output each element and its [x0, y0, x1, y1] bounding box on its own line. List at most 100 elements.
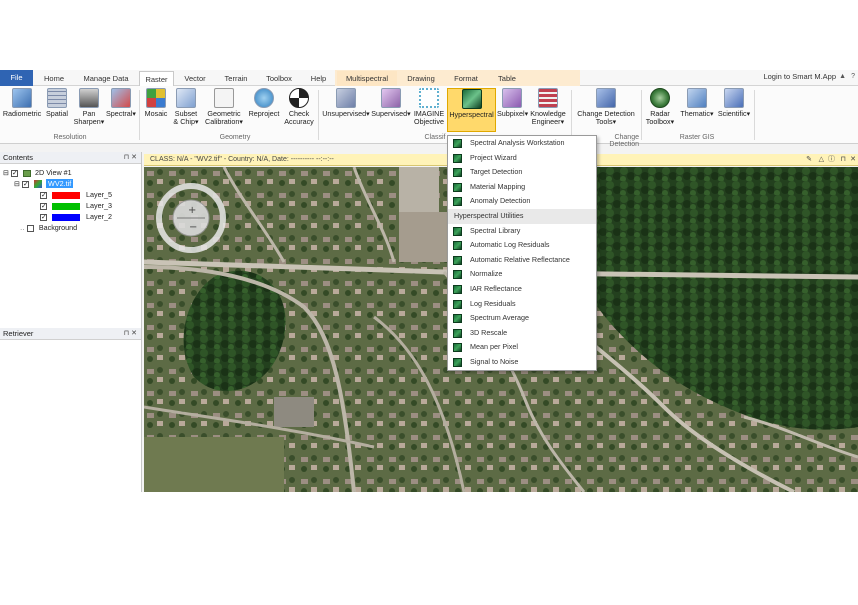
- pin-close-icons[interactable]: ⊓ ✕: [124, 328, 137, 340]
- tab-multispectral[interactable]: Multispectral: [337, 71, 397, 86]
- check-accuracy-label-2: Accuracy: [284, 117, 314, 126]
- tab-manage-data[interactable]: Manage Data: [78, 71, 134, 86]
- menu-item-spectral-library[interactable]: Spectral Library: [448, 224, 596, 239]
- tab-table[interactable]: Table: [490, 71, 524, 86]
- tab-home[interactable]: Home: [38, 71, 70, 86]
- layer-row[interactable]: Layer_2: [40, 211, 112, 223]
- hyperspectral-icon: [453, 226, 462, 236]
- scientific-button[interactable]: Scientific▾: [716, 88, 752, 132]
- menu-item-project-wizard[interactable]: Project Wizard: [448, 151, 596, 166]
- pan-sharpen-button[interactable]: Pan Sharpen▾: [72, 88, 106, 132]
- tree-connector: ‥: [20, 223, 25, 232]
- close-icon[interactable]: ✕: [850, 154, 856, 166]
- radiometric-button[interactable]: Radiometric: [0, 88, 44, 132]
- info-icon[interactable]: ⓘ: [828, 154, 835, 166]
- spatial-icon: [47, 88, 67, 108]
- radiometric-label: Radiometric: [2, 109, 42, 118]
- collapse-icon[interactable]: ⊟: [14, 179, 20, 188]
- background-row[interactable]: ‥ Background: [20, 222, 77, 233]
- tab-file[interactable]: File: [0, 70, 33, 86]
- menu-item-mean-per-pixel[interactable]: Mean per Pixel: [448, 340, 596, 355]
- subset-chip-button[interactable]: Subset & Chip▾: [170, 88, 202, 132]
- pencil-icon[interactable]: ✎: [806, 154, 812, 166]
- view-checkbox[interactable]: [11, 168, 19, 179]
- menu-item-automatic-relative-reflectance[interactable]: Automatic Relative Reflectance: [448, 253, 596, 268]
- menu-item-label: Signal to Noise: [470, 357, 519, 366]
- tab-terrain[interactable]: Terrain: [219, 71, 253, 86]
- menu-item-signal-to-noise[interactable]: Signal to Noise: [448, 355, 596, 370]
- contents-title: Contents: [3, 153, 34, 162]
- group-raster-gis: Raster GIS: [679, 134, 715, 141]
- unsupervised-icon: [336, 88, 356, 108]
- layer-checkbox[interactable]: [40, 201, 47, 212]
- hyperspectral-icon: [453, 197, 462, 207]
- imagine-objective-button[interactable]: IMAGINE Objective: [411, 88, 447, 132]
- menu-item-label: Log Residuals: [470, 298, 516, 308]
- svg-text:−: −: [189, 222, 197, 233]
- thematic-button[interactable]: Thematic▾: [679, 88, 715, 132]
- group-separator: [318, 90, 319, 140]
- radar-toolbox-button[interactable]: Radar Toolbox▾: [643, 88, 677, 132]
- scientific-icon: [724, 88, 744, 108]
- check-accuracy-button[interactable]: Check Accuracy: [282, 88, 316, 132]
- check-accuracy-icon: [289, 88, 309, 108]
- collapse-icon[interactable]: ⊟: [3, 168, 9, 177]
- help-icon[interactable]: ?: [851, 73, 855, 80]
- menu-item-target-detection[interactable]: Target Detection: [448, 165, 596, 180]
- tab-format[interactable]: Format: [448, 71, 484, 86]
- menu-item-log-residuals[interactable]: Log Residuals: [448, 297, 596, 312]
- layer-checkbox[interactable]: [40, 212, 47, 223]
- change-detection-tools-button[interactable]: Change Detection Tools▾: [573, 88, 639, 132]
- view-name[interactable]: 2D View #1: [35, 168, 72, 177]
- warning-icon[interactable]: △: [819, 154, 824, 166]
- spatial-button[interactable]: Spatial: [44, 88, 70, 132]
- hyperspectral-icon: [453, 241, 462, 251]
- svg-text:+: +: [188, 205, 196, 216]
- change-detection-label-2: Tools: [595, 117, 613, 126]
- menu-item-anomaly-detection[interactable]: Anomaly Detection: [448, 194, 596, 209]
- tree-view-node[interactable]: ⊟ 2D View #1: [3, 167, 72, 179]
- pan-sharpen-label-2: Sharpen: [73, 117, 101, 126]
- tab-help[interactable]: Help: [306, 71, 331, 86]
- tab-toolbox[interactable]: Toolbox: [260, 71, 298, 86]
- menu-item-spectral-analysis-workstation[interactable]: Spectral Analysis Workstation: [448, 136, 596, 151]
- menu-item-iar-reflectance[interactable]: IAR Reflectance: [448, 282, 596, 297]
- collapse-ribbon-icon[interactable]: ▲: [839, 73, 846, 80]
- subpixel-button[interactable]: Subpixel▾: [497, 88, 528, 132]
- layer-row[interactable]: Layer_3: [40, 200, 112, 212]
- tab-drawing[interactable]: Drawing: [402, 71, 440, 86]
- contents-pane: Contents ⊓ ✕ ⊟ 2D View #1 ⊟ WV2.tif Laye…: [0, 152, 142, 328]
- background-checkbox[interactable]: [26, 224, 34, 232]
- menu-item-label: Material Mapping: [470, 181, 526, 191]
- supervised-button[interactable]: Supervised▾: [371, 88, 411, 132]
- mosaic-button[interactable]: Mosaic: [142, 88, 170, 132]
- menu-item-label: IAR Reflectance: [470, 284, 522, 293]
- menu-item-normalize[interactable]: Normalize: [448, 267, 596, 282]
- pin-close-icons[interactable]: ⊓ ✕: [124, 152, 137, 164]
- layer-row[interactable]: Layer_5: [40, 189, 112, 201]
- knowledge-engineer-button[interactable]: Knowledge Engineer▾: [527, 88, 569, 132]
- spectral-button[interactable]: Spectral▾: [106, 88, 136, 132]
- application-window: File Home Manage Data Raster Vector Terr…: [0, 70, 858, 492]
- menu-item-label: 3D Rescale: [470, 327, 508, 337]
- hyperspectral-icon: [453, 328, 462, 338]
- unsupervised-button[interactable]: Unsupervised▾: [321, 88, 371, 132]
- tab-raster[interactable]: Raster: [139, 71, 174, 86]
- change-detection-icon: [596, 88, 616, 108]
- reproject-button[interactable]: Reproject: [246, 88, 282, 132]
- menu-item-label: Automatic Log Residuals: [470, 240, 550, 250]
- menu-item-3d-rescale[interactable]: 3D Rescale: [448, 326, 596, 341]
- file-checkbox[interactable]: [22, 179, 30, 190]
- hyperspectral-button[interactable]: Hyperspectral: [447, 88, 496, 132]
- tab-vector[interactable]: Vector: [179, 71, 211, 86]
- geometric-calibration-button[interactable]: Geometric Calibration▾: [202, 88, 246, 132]
- file-name[interactable]: WV2.tif: [46, 179, 74, 188]
- mosaic-icon: [146, 88, 166, 108]
- layer-checkbox[interactable]: [40, 190, 47, 201]
- menu-item-material-mapping[interactable]: Material Mapping: [448, 180, 596, 195]
- pin-icon[interactable]: ⊓: [841, 154, 846, 166]
- menu-item-spectrum-average[interactable]: Spectrum Average: [448, 311, 596, 326]
- menu-item-automatic-log-residuals[interactable]: Automatic Log Residuals: [448, 238, 596, 253]
- tree-file-node[interactable]: ⊟ WV2.tif: [14, 178, 74, 190]
- login-link[interactable]: Login to Smart M.App: [763, 72, 836, 81]
